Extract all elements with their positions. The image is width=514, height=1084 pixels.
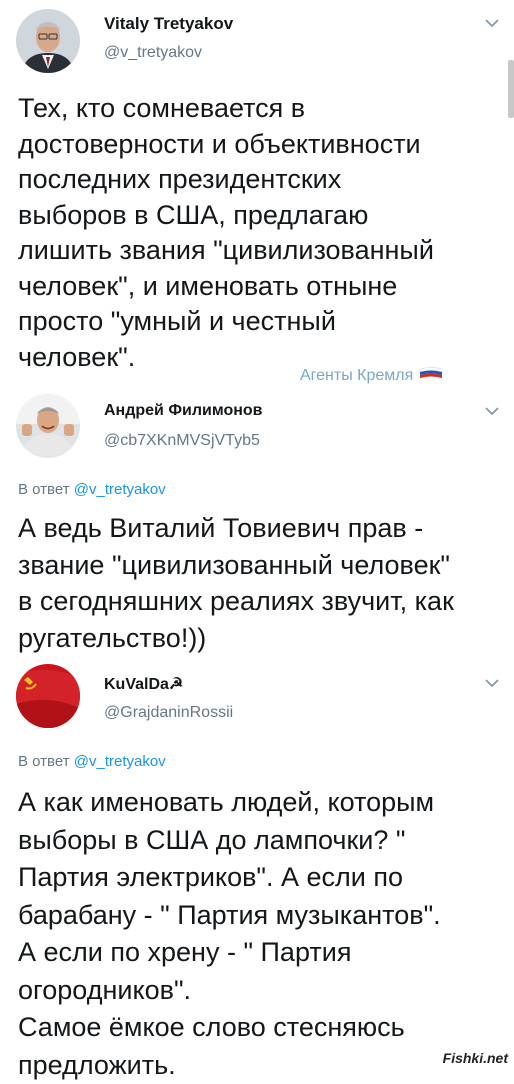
author-name[interactable]: KuValDa☭ [104, 674, 183, 694]
avatar-andrey-filimonov[interactable] [16, 394, 80, 458]
badge-label: Агенты Кремля [300, 366, 414, 384]
reply-to-link[interactable]: @v_tretyakov [74, 481, 166, 498]
reply-to-link[interactable]: @v_tretyakov [74, 753, 166, 770]
author-name[interactable]: Vitaly Tretyakov [104, 14, 233, 34]
reply-prefix: В ответ [18, 481, 74, 498]
russian-flag-icon [419, 366, 443, 385]
scrollbar[interactable] [508, 60, 514, 118]
author-handle[interactable]: @GrajdaninRossii [104, 704, 233, 722]
reply-context: В ответ @v_tretyakov [18, 753, 166, 770]
tweet-text: Тех, кто сомневается в достоверности и о… [18, 93, 434, 372]
author-name[interactable]: Андрей Филимонов [104, 402, 263, 420]
chevron-down-icon[interactable] [484, 406, 500, 416]
chevron-down-icon[interactable] [484, 678, 500, 688]
avatar-kuvalda[interactable] [16, 664, 80, 728]
reply-context: В ответ @v_tretyakov [18, 481, 166, 498]
reply-prefix: В ответ [18, 753, 74, 770]
author-handle[interactable]: @cb7XKnMVSjVTyb5 [104, 432, 260, 450]
watermark: Fishki.net [442, 1050, 508, 1066]
kremlin-agents-badge: Агенты Кремля [300, 366, 443, 385]
tweet-text: А как именовать людей, которым выборы в … [18, 787, 441, 1080]
avatar-vitaly-tretyakov[interactable] [16, 9, 80, 73]
tweet-text: А ведь Виталий Товиевич прав - звание "ц… [18, 513, 454, 653]
author-handle[interactable]: @v_tretyakov [104, 44, 202, 62]
chevron-down-icon[interactable] [484, 18, 500, 28]
